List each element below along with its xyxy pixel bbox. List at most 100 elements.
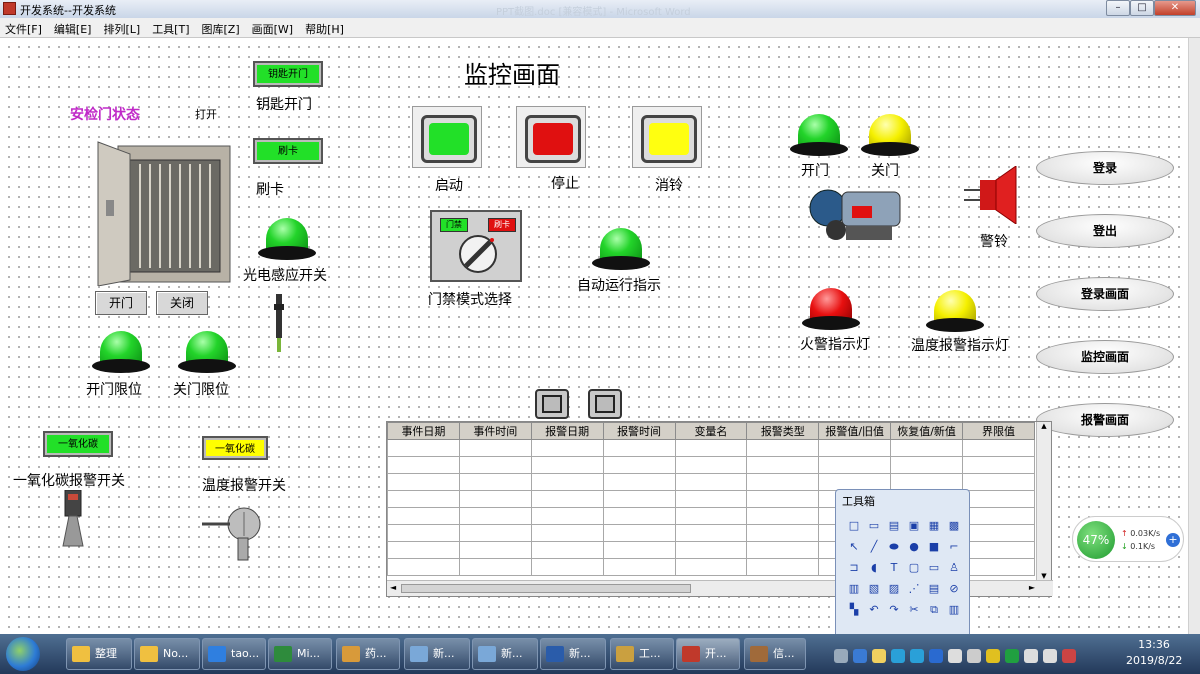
scroll-up-icon[interactable]: ▲: [1037, 422, 1051, 430]
taskbar-item-new-2[interactable]: 新...: [472, 638, 538, 670]
save-icon[interactable]: ▣: [906, 518, 922, 534]
alarm-screen-button[interactable]: 报警画面: [1036, 403, 1174, 437]
table-row[interactable]: [387, 473, 1035, 491]
silence-button[interactable]: [632, 106, 702, 168]
design-canvas[interactable]: 监控画面 安检门状态 打开 开门 关闭 钥匙开门 钥匙开门 刷卡 刷卡 光电感应…: [0, 38, 1188, 634]
arc-icon[interactable]: ◖: [866, 560, 882, 576]
chart-icon[interactable]: ▥: [846, 581, 862, 597]
picture-icon[interactable]: ▦: [926, 518, 942, 534]
shield-icon[interactable]: [1005, 649, 1019, 663]
login-screen-button[interactable]: 登录画面: [1036, 277, 1174, 311]
minimize-button[interactable]: –: [1106, 0, 1130, 16]
col-limit[interactable]: 界限值: [962, 422, 1035, 440]
select-arrow-icon[interactable]: ↖: [846, 539, 862, 555]
network-icon[interactable]: [967, 649, 981, 663]
col-alarm-date[interactable]: 报警日期: [530, 422, 604, 440]
palette-icon[interactable]: ▚: [846, 602, 862, 618]
co-button-yellow[interactable]: 一氧化碳: [202, 436, 268, 460]
table-row[interactable]: [387, 456, 1035, 474]
menu-file[interactable]: 文件[F]: [0, 18, 49, 37]
rounded-rect-icon[interactable]: ▢: [906, 560, 922, 576]
taskbar-item-dev-system[interactable]: 开...: [676, 638, 740, 670]
taskbar-item-excel[interactable]: Mi...: [268, 638, 332, 670]
close-button[interactable]: ✕: [1154, 0, 1196, 16]
input-method-icon[interactable]: [929, 649, 943, 663]
col-alarm-time[interactable]: 报警时间: [602, 422, 676, 440]
co-button-green[interactable]: 一氧化碳: [43, 431, 113, 457]
scroll-thumb[interactable]: [401, 584, 691, 593]
app-tray-icon[interactable]: [910, 649, 924, 663]
security-icon[interactable]: [986, 649, 1000, 663]
line-icon[interactable]: ╱: [866, 539, 882, 555]
grid-icon[interactable]: ▩: [946, 518, 962, 534]
login-button[interactable]: 登录: [1036, 151, 1174, 185]
cut-icon[interactable]: ✂: [906, 602, 922, 618]
menu-tools[interactable]: 工具[T]: [147, 18, 196, 37]
taskbar-item-tool[interactable]: 工...: [610, 638, 674, 670]
taskbar-item-folder-2[interactable]: No...: [134, 638, 200, 670]
report-icon[interactable]: ▤: [926, 581, 942, 597]
col-event-time[interactable]: 事件时间: [458, 422, 532, 440]
trend-icon[interactable]: ⋰: [906, 581, 922, 597]
app-tray-icon[interactable]: [891, 649, 905, 663]
clock[interactable]: 13:36 2019/8/22: [1126, 637, 1182, 669]
redo-icon[interactable]: ↷: [886, 602, 902, 618]
col-variable[interactable]: 变量名: [674, 422, 748, 440]
menu-screen[interactable]: 画面[W]: [247, 18, 300, 37]
paste-icon[interactable]: ▥: [946, 602, 962, 618]
gallery-icon[interactable]: ▨: [886, 581, 902, 597]
text-icon[interactable]: T: [886, 560, 902, 576]
scroll-down-icon[interactable]: ▼: [1037, 572, 1051, 580]
undo-icon[interactable]: ↶: [866, 602, 882, 618]
menu-library[interactable]: 图库[Z]: [197, 18, 247, 37]
tool-tray-icon[interactable]: [948, 649, 962, 663]
taskbar-item-new-1[interactable]: 新...: [404, 638, 470, 670]
col-event-date[interactable]: 事件日期: [387, 422, 460, 440]
toolbox-panel[interactable]: 工具箱 □ ▭ ▤ ▣ ▦ ▩ ↖ ╱ ⬬ ● ■ ⌐ ⊐ ◖ T ▢ ▭ ♙ …: [835, 489, 970, 639]
table-button-2[interactable]: [588, 389, 622, 419]
taskbar-item-paint[interactable]: 药...: [336, 638, 400, 670]
table-vertical-scrollbar[interactable]: ▲ ▼: [1036, 422, 1051, 580]
maximize-button[interactable]: □: [1130, 0, 1154, 16]
gate-open-button[interactable]: 开门: [95, 291, 147, 315]
canvas-vertical-scrollbar[interactable]: [1188, 38, 1200, 634]
scroll-left-icon[interactable]: ◄: [390, 583, 396, 592]
col-alarm-old-value[interactable]: 报警值/旧值: [818, 422, 892, 440]
usb-icon[interactable]: [1024, 649, 1038, 663]
keyboard-icon[interactable]: [834, 649, 848, 663]
col-alarm-type[interactable]: 报警类型: [746, 422, 820, 440]
table-button-1[interactable]: [535, 389, 569, 419]
new-icon[interactable]: □: [846, 518, 862, 534]
menu-arrange[interactable]: 排列[L]: [98, 18, 147, 37]
circle-icon[interactable]: ●: [906, 539, 922, 555]
network-speed-widget[interactable]: 47% ↑ 0.03K/s ↓ 0.1K/s +: [1072, 516, 1184, 562]
access-mode-selector[interactable]: 门禁 刷卡: [430, 210, 522, 282]
pipe-icon[interactable]: ⊐: [846, 560, 862, 576]
key-open-button[interactable]: 钥匙开门: [253, 61, 323, 87]
card-button[interactable]: 刷卡: [253, 138, 323, 164]
logout-button[interactable]: 登出: [1036, 214, 1174, 248]
rectangle-icon[interactable]: ■: [926, 539, 942, 555]
volume-icon[interactable]: [1062, 649, 1076, 663]
scroll-right-icon[interactable]: ►: [1029, 583, 1035, 592]
qq-icon[interactable]: [872, 649, 886, 663]
taskbar-item-folder-1[interactable]: 整理: [66, 638, 132, 670]
menu-edit[interactable]: 编辑[E]: [49, 18, 99, 37]
col-recover-new-value[interactable]: 恢复值/新值: [890, 422, 963, 440]
table-row[interactable]: [387, 439, 1035, 457]
menu-help[interactable]: 帮助[H]: [300, 18, 351, 37]
signal-icon[interactable]: [1043, 649, 1057, 663]
button-icon[interactable]: ▭: [926, 560, 942, 576]
polyline-icon[interactable]: ⌐: [946, 539, 962, 555]
import-icon[interactable]: ▤: [886, 518, 902, 534]
gate-close-button[interactable]: 关闭: [156, 291, 208, 315]
link-icon[interactable]: ⊘: [946, 581, 962, 597]
ellipse-filled-icon[interactable]: ⬬: [886, 539, 902, 555]
help-icon[interactable]: [853, 649, 867, 663]
taskbar-item-browser[interactable]: tao...: [202, 638, 266, 670]
expand-icon[interactable]: +: [1166, 533, 1180, 547]
image-icon[interactable]: ▧: [866, 581, 882, 597]
taskbar-item-word[interactable]: 新...: [540, 638, 606, 670]
start-button[interactable]: [6, 637, 40, 671]
open-icon[interactable]: ▭: [866, 518, 882, 534]
